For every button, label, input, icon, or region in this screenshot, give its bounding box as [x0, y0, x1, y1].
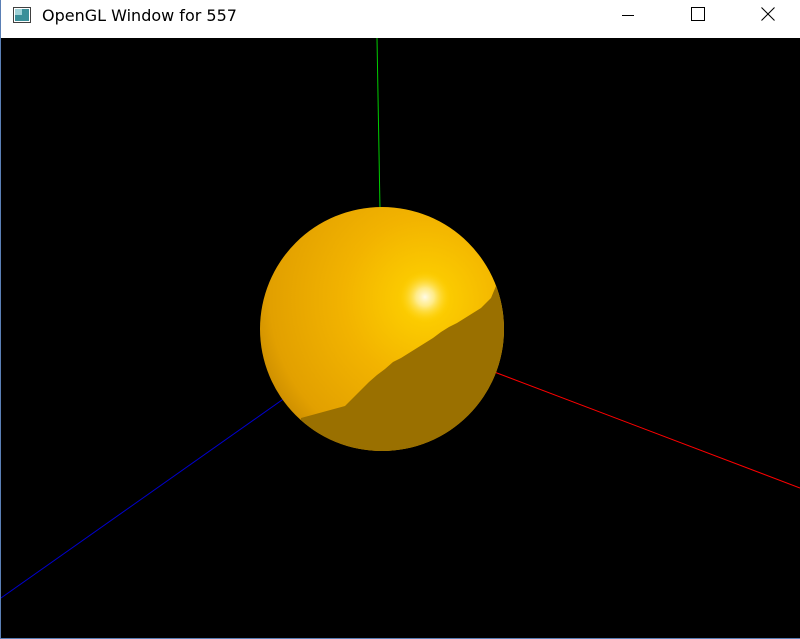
- minimize-icon: [622, 6, 634, 25]
- x-axis-line: [488, 369, 800, 489]
- close-button[interactable]: [745, 0, 791, 31]
- app-window-icon: [13, 7, 31, 23]
- specular-highlight: [399, 271, 451, 323]
- close-icon: [761, 6, 775, 25]
- z-axis-line: [1, 387, 300, 599]
- title-bar[interactable]: OpenGL Window for 557: [1, 0, 800, 32]
- y-axis-line: [376, 38, 381, 211]
- maximize-button[interactable]: [675, 0, 721, 31]
- maximize-icon: [691, 6, 705, 25]
- scene-canvas: [1, 38, 800, 599]
- window-title: OpenGL Window for 557: [42, 6, 237, 25]
- gl-viewport[interactable]: [1, 38, 800, 638]
- sphere: [260, 207, 504, 451]
- minimize-button[interactable]: [605, 0, 651, 31]
- opengl-window: OpenGL Window for 557: [0, 0, 800, 639]
